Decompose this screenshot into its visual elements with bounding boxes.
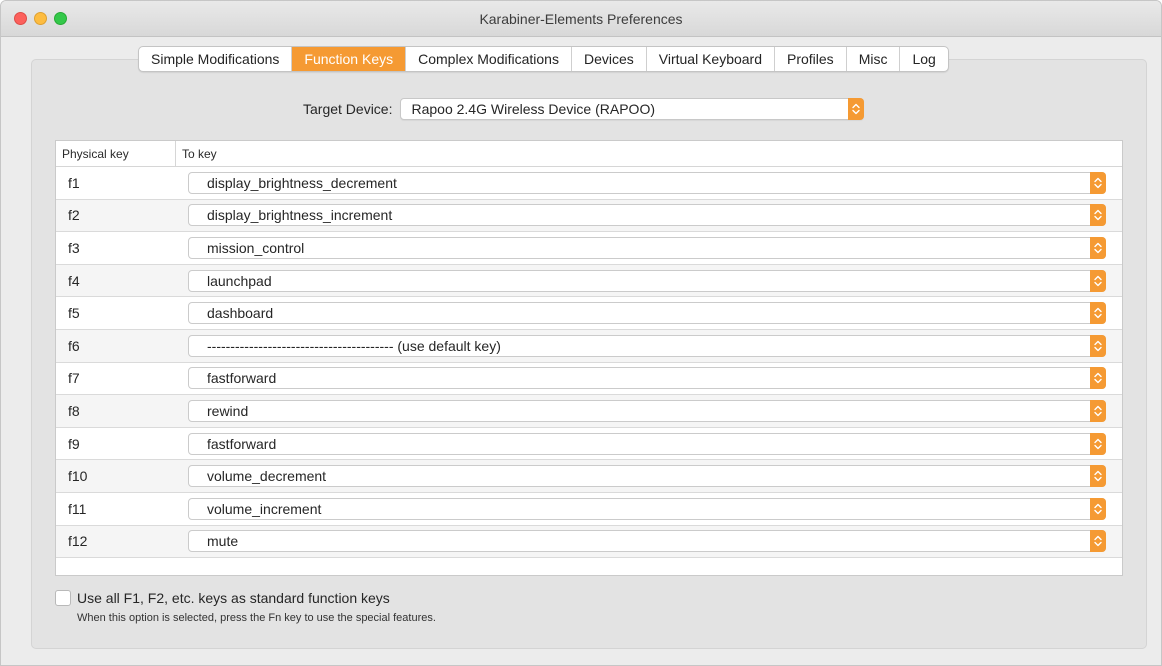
tab-complex-modifications[interactable]: Complex Modifications: [406, 47, 572, 71]
physical-key-cell: f11: [68, 500, 87, 517]
chevron-updown-icon: [1090, 367, 1106, 390]
chevron-updown-icon: [1090, 399, 1106, 422]
physical-key-cell: f7: [68, 370, 80, 387]
physical-key-cell: f10: [68, 468, 88, 485]
to-key-select[interactable]: launchpad: [188, 269, 1106, 292]
to-key-value: launchpad: [207, 272, 272, 289]
to-key-select[interactable]: rewind: [188, 399, 1106, 422]
physical-key-cell: f3: [68, 239, 80, 256]
physical-key-cell: f1: [68, 174, 80, 191]
table-row: f10 volume_decrement: [56, 460, 1122, 493]
standard-function-keys-checkbox[interactable]: [55, 590, 71, 606]
option-help-text: When this option is selected, press the …: [77, 612, 436, 624]
physical-key-cell: f9: [68, 435, 80, 452]
table-row: f2 display_brightness_increment: [56, 199, 1122, 233]
physical-key-cell: f4: [68, 272, 80, 289]
chevron-updown-icon: [1090, 497, 1106, 520]
standard-function-keys-option[interactable]: Use all F1, F2, etc. keys as standard fu…: [55, 590, 390, 606]
to-key-column-header[interactable]: To key: [176, 141, 217, 167]
chevron-updown-icon: [1090, 236, 1106, 259]
tab-profiles[interactable]: Profiles: [775, 47, 847, 71]
tab-misc[interactable]: Misc: [847, 47, 901, 71]
to-key-value: dashboard: [207, 305, 274, 322]
target-device-row: Target Device: Rapoo 2.4G Wireless Devic…: [303, 97, 865, 121]
chevron-updown-icon: [848, 98, 865, 120]
to-key-value: display_brightness_decrement: [207, 174, 397, 191]
table-row: f7 fastforward: [56, 362, 1122, 396]
physical-key-cell: f5: [68, 305, 80, 322]
to-key-select[interactable]: display_brightness_decrement: [188, 171, 1106, 194]
to-key-select[interactable]: fastforward: [188, 432, 1106, 455]
to-key-select[interactable]: display_brightness_increment: [188, 204, 1106, 227]
chevron-updown-icon: [1090, 465, 1106, 488]
to-key-select[interactable]: volume_increment: [188, 497, 1106, 520]
tab-virtual-keyboard[interactable]: Virtual Keyboard: [647, 47, 775, 71]
to-key-value: volume_decrement: [207, 468, 327, 485]
table-row: f11 volume_increment: [56, 492, 1122, 526]
standard-function-keys-label[interactable]: Use all F1, F2, etc. keys as standard fu…: [77, 590, 390, 606]
chevron-updown-icon: [1090, 334, 1106, 357]
tab-devices[interactable]: Devices: [572, 47, 647, 71]
tab-function-keys[interactable]: Function Keys: [292, 47, 407, 71]
to-key-select[interactable]: mute: [188, 530, 1106, 553]
table-row: f4 launchpad: [56, 264, 1122, 298]
to-key-select[interactable]: mission_control: [188, 236, 1106, 259]
table-rows: f1 display_brightness_decrement f2 display_…: [56, 167, 1122, 559]
preferences-window: Karabiner-Elements Preferences Simple Mo…: [0, 0, 1162, 666]
target-device-value: Rapoo 2.4G Wireless Device (RAPOO): [411, 101, 656, 117]
to-key-value: volume_increment: [207, 500, 322, 517]
to-key-value: display_brightness_increment: [207, 207, 393, 224]
chevron-updown-icon: [1090, 269, 1106, 292]
to-key-select[interactable]: fastforward: [188, 367, 1106, 390]
physical-key-cell: f6: [68, 337, 80, 354]
physical-key-column-header[interactable]: Physical key: [56, 140, 176, 167]
title-bar: Karabiner-Elements Preferences: [1, 1, 1161, 37]
table-row: f5 dashboard: [56, 297, 1122, 330]
chevron-updown-icon: [1090, 302, 1106, 325]
chevron-updown-icon: [1090, 530, 1106, 553]
physical-key-cell: f8: [68, 402, 80, 419]
window-title: Karabiner-Elements Preferences: [479, 11, 683, 27]
to-key-value: ----------------------------------------…: [207, 337, 501, 354]
target-device-label: Target Device:: [303, 101, 393, 117]
table-header: Physical key To key: [56, 140, 1122, 167]
table-row: f1 display_brightness_decrement: [56, 167, 1122, 200]
tab-bar: Simple Modifications Function Keys Compl…: [138, 46, 949, 72]
chevron-updown-icon: [1090, 432, 1106, 455]
table-row: f12 mute: [56, 525, 1122, 559]
to-key-value: rewind: [207, 402, 249, 419]
to-key-select[interactable]: volume_decrement: [188, 465, 1106, 488]
chevron-updown-icon: [1090, 171, 1106, 194]
to-key-select[interactable]: ----------------------------------------…: [188, 334, 1106, 357]
table-row: f3 mission_control: [56, 232, 1122, 265]
to-key-select[interactable]: dashboard: [188, 302, 1106, 325]
table-row: f8 rewind: [56, 395, 1122, 428]
table-row: f9 fastforward: [56, 427, 1122, 461]
chevron-updown-icon: [1090, 204, 1106, 227]
to-key-value: fastforward: [207, 435, 277, 452]
tab-log[interactable]: Log: [900, 47, 947, 71]
table-row: f6 --------------------------------------…: [56, 329, 1122, 363]
to-key-value: mission_control: [207, 239, 305, 256]
function-keys-table: Physical key To key f1 display_brightness…: [55, 140, 1123, 576]
to-key-value: mute: [207, 533, 239, 550]
target-device-select[interactable]: Rapoo 2.4G Wireless Device (RAPOO): [400, 98, 865, 120]
physical-key-cell: f2: [68, 207, 80, 224]
tab-simple-modifications[interactable]: Simple Modifications: [139, 47, 293, 71]
to-key-value: fastforward: [207, 370, 277, 387]
physical-key-cell: f12: [68, 533, 88, 550]
